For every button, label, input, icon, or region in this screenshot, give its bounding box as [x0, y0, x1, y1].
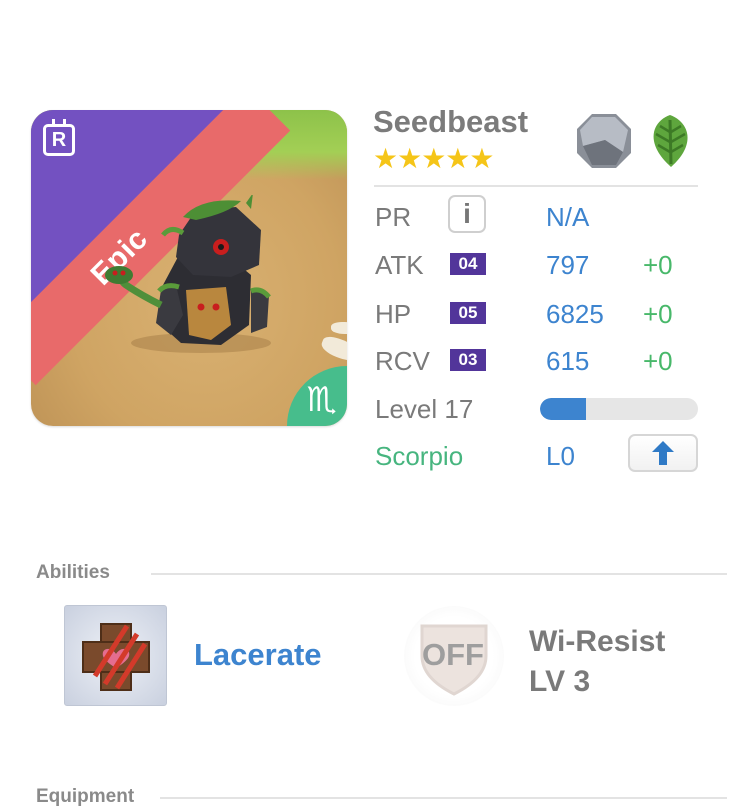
level-label: Level 17 [375, 394, 474, 424]
rcv-label: RCV [375, 346, 430, 376]
monster-portrait[interactable]: Epic R ♏ [31, 110, 347, 426]
rcv-value: 615 [546, 346, 590, 376]
arrow-up-icon [652, 441, 674, 465]
claw-cross-icon [82, 623, 150, 691]
rcv-bonus: +0 [643, 346, 673, 376]
zodiac-level-value: L0 [546, 441, 575, 471]
hp-label: HP [375, 299, 412, 329]
hp-value: 6825 [546, 299, 604, 329]
lacerate-ability-icon[interactable] [64, 605, 167, 706]
abilities-section-title: Abilities [36, 562, 110, 583]
zodiac-label: Scorpio [375, 441, 464, 471]
passive-ability-title: Wi-Resist [529, 625, 666, 658]
rcv-level-badge: 03 [450, 349, 486, 371]
atk-label: ATK [375, 250, 424, 280]
pr-label: PR [375, 202, 412, 232]
atk-level-badge: 04 [450, 253, 486, 275]
monster-name: Seedbeast [373, 104, 529, 139]
level-progress-fill [540, 398, 586, 420]
pr-value: N/A [546, 202, 590, 232]
passive-ability-level: LV 3 [529, 665, 591, 698]
header-divider [374, 185, 698, 187]
hp-bonus: +0 [643, 299, 673, 329]
leaf-icon [642, 113, 698, 169]
active-ability-name[interactable]: Lacerate [194, 637, 322, 673]
star-rating: ★★★★★ [373, 143, 495, 174]
atk-bonus: +0 [643, 250, 673, 280]
zodiac-corner-badge: ♏ [287, 366, 347, 426]
passive-status-label: OFF [422, 637, 484, 672]
hp-level-badge: 05 [450, 302, 486, 324]
zodiac-upgrade-button[interactable] [628, 434, 698, 472]
abilities-divider [151, 573, 727, 575]
info-icon[interactable]: i [448, 195, 486, 233]
bone-decoration [319, 333, 347, 365]
passive-ability-name: Wi-Resist LV 3 [529, 622, 665, 702]
stone-icon [577, 114, 631, 168]
level-progress-bar [540, 398, 698, 420]
atk-value: 797 [546, 250, 590, 280]
equipment-section-title: Equipment [36, 786, 135, 807]
equipment-divider [160, 797, 727, 799]
scorpio-icon: ♏ [306, 381, 337, 419]
rank-badge-icon: R [43, 119, 75, 156]
seedbeast-creature-image [105, 195, 271, 353]
bone-decoration [331, 322, 347, 334]
